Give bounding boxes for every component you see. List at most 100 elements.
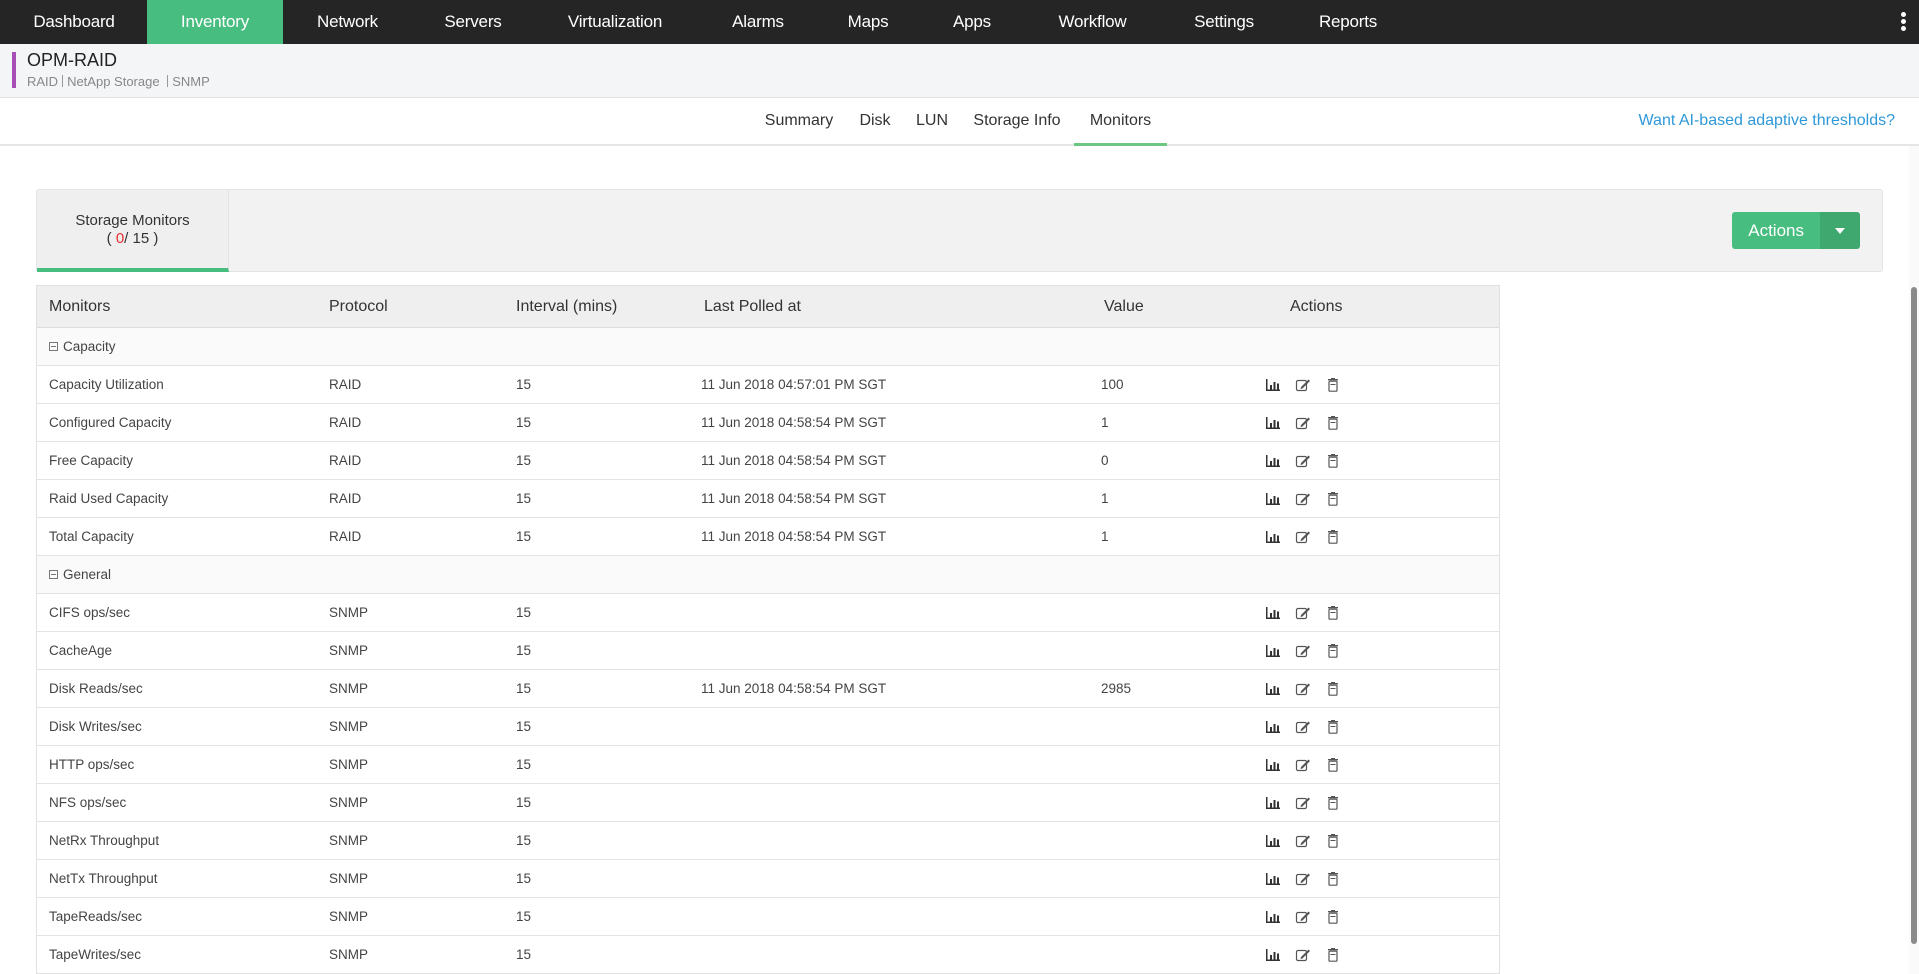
protocol: SNMP: [329, 909, 369, 924]
edit-icon[interactable]: [1295, 530, 1311, 544]
edit-icon[interactable]: [1295, 644, 1311, 658]
storage-monitors-tab[interactable]: Storage Monitors ( 0/ 15 ): [37, 190, 229, 272]
edit-icon[interactable]: [1295, 682, 1311, 696]
group-row-capacity[interactable]: Capacity: [37, 328, 1499, 366]
device-header: OPM-RAID RAID NetApp Storage SNMP: [0, 44, 1919, 98]
table-row: Disk Reads/sec SNMP 15 11 Jun 2018 04:58:54…: [37, 670, 1499, 708]
value: 1: [1101, 415, 1109, 430]
interval: 15: [516, 833, 532, 848]
bar-chart-icon[interactable]: [1265, 644, 1281, 658]
nav-virtualization[interactable]: Virtualization: [545, 0, 685, 44]
ai-thresholds-link[interactable]: Want AI-based adaptive thresholds?: [1639, 98, 1895, 144]
trash-icon[interactable]: [1325, 644, 1341, 658]
tag-divider: [167, 75, 169, 87]
tag-category: RAID: [27, 74, 59, 89]
row-actions: [1265, 378, 1341, 392]
nav-network[interactable]: Network: [290, 0, 405, 44]
group-label[interactable]: General: [49, 556, 111, 594]
edit-icon[interactable]: [1295, 796, 1311, 810]
nav-alarms[interactable]: Alarms: [708, 0, 808, 44]
edit-icon[interactable]: [1295, 948, 1311, 962]
interval: 15: [516, 795, 532, 810]
group-name: Capacity: [63, 339, 116, 354]
nav-servers[interactable]: Servers: [418, 0, 528, 44]
trash-icon[interactable]: [1325, 416, 1341, 430]
interval: 15: [516, 453, 532, 468]
top-nav: Dashboard Inventory Network Servers Virt…: [0, 0, 1919, 44]
group-row-general[interactable]: General: [37, 556, 1499, 594]
edit-icon[interactable]: [1295, 454, 1311, 468]
edit-icon[interactable]: [1295, 720, 1311, 734]
trash-icon[interactable]: [1325, 758, 1341, 772]
trash-icon[interactable]: [1325, 492, 1341, 506]
table-body: Capacity Capacity Utilization RAID 15 11 Jun…: [37, 328, 1499, 974]
bar-chart-icon[interactable]: [1265, 720, 1281, 734]
nav-workflow[interactable]: Workflow: [1040, 0, 1145, 44]
trash-icon[interactable]: [1325, 948, 1341, 962]
tab-disk[interactable]: Disk: [852, 98, 898, 146]
trash-icon[interactable]: [1325, 530, 1341, 544]
edit-icon[interactable]: [1295, 910, 1311, 924]
scrollbar-thumb[interactable]: [1911, 287, 1917, 944]
edit-icon[interactable]: [1295, 606, 1311, 620]
trash-icon[interactable]: [1325, 796, 1341, 810]
collapse-icon[interactable]: [49, 342, 58, 351]
bar-chart-icon[interactable]: [1265, 416, 1281, 430]
monitor-name: NFS ops/sec: [49, 795, 127, 810]
trash-icon[interactable]: [1325, 682, 1341, 696]
bar-chart-icon[interactable]: [1265, 378, 1281, 392]
tab-lun[interactable]: LUN: [908, 98, 956, 146]
table-row: Configured Capacity RAID 15 11 Jun 2018 04:…: [37, 404, 1499, 442]
interval: 15: [516, 681, 532, 696]
interval: 15: [516, 415, 532, 430]
nav-dashboard[interactable]: Dashboard: [14, 0, 134, 44]
trash-icon[interactable]: [1325, 834, 1341, 848]
caret-down-icon[interactable]: [1820, 212, 1860, 249]
bar-chart-icon[interactable]: [1265, 530, 1281, 544]
protocol: SNMP: [329, 681, 369, 696]
nav-apps[interactable]: Apps: [922, 0, 1022, 44]
bar-chart-icon[interactable]: [1265, 606, 1281, 620]
row-actions: [1265, 416, 1341, 430]
bar-chart-icon[interactable]: [1265, 910, 1281, 924]
protocol: SNMP: [329, 947, 369, 962]
edit-icon[interactable]: [1295, 416, 1311, 430]
trash-icon[interactable]: [1325, 720, 1341, 734]
edit-icon[interactable]: [1295, 758, 1311, 772]
bar-chart-icon[interactable]: [1265, 872, 1281, 886]
edit-icon[interactable]: [1295, 834, 1311, 848]
bar-chart-icon[interactable]: [1265, 758, 1281, 772]
tab-summary[interactable]: Summary: [756, 98, 842, 146]
trash-icon[interactable]: [1325, 606, 1341, 620]
trash-icon[interactable]: [1325, 378, 1341, 392]
bar-chart-icon[interactable]: [1265, 492, 1281, 506]
collapse-icon[interactable]: [49, 570, 58, 579]
trash-icon[interactable]: [1325, 454, 1341, 468]
edit-icon[interactable]: [1295, 492, 1311, 506]
tab-monitors[interactable]: Monitors: [1074, 98, 1167, 146]
actions-button[interactable]: Actions: [1732, 212, 1820, 249]
nav-maps[interactable]: Maps: [818, 0, 918, 44]
alert-count: 0: [115, 230, 125, 247]
bar-chart-icon[interactable]: [1265, 796, 1281, 810]
table-row: TapeReads/sec SNMP 15: [37, 898, 1499, 936]
table-row: Disk Writes/sec SNMP 15: [37, 708, 1499, 746]
table-row: Raid Used Capacity RAID 15 11 Jun 2018 04:5…: [37, 480, 1499, 518]
protocol: RAID: [329, 529, 362, 544]
actions-dropdown-button[interactable]: Actions: [1732, 212, 1860, 249]
edit-icon[interactable]: [1295, 872, 1311, 886]
nav-settings[interactable]: Settings: [1174, 0, 1274, 44]
bar-chart-icon[interactable]: [1265, 948, 1281, 962]
trash-icon[interactable]: [1325, 872, 1341, 886]
edit-icon[interactable]: [1295, 378, 1311, 392]
nav-inventory[interactable]: Inventory: [147, 0, 283, 44]
nav-reports[interactable]: Reports: [1298, 0, 1398, 44]
monitor-name: HTTP ops/sec: [49, 757, 135, 772]
tab-storage-info[interactable]: Storage Info: [966, 98, 1068, 146]
trash-icon[interactable]: [1325, 910, 1341, 924]
bar-chart-icon[interactable]: [1265, 834, 1281, 848]
kebab-vertical-icon[interactable]: [1897, 10, 1909, 34]
bar-chart-icon[interactable]: [1265, 454, 1281, 468]
group-label[interactable]: Capacity: [49, 328, 116, 366]
bar-chart-icon[interactable]: [1265, 682, 1281, 696]
